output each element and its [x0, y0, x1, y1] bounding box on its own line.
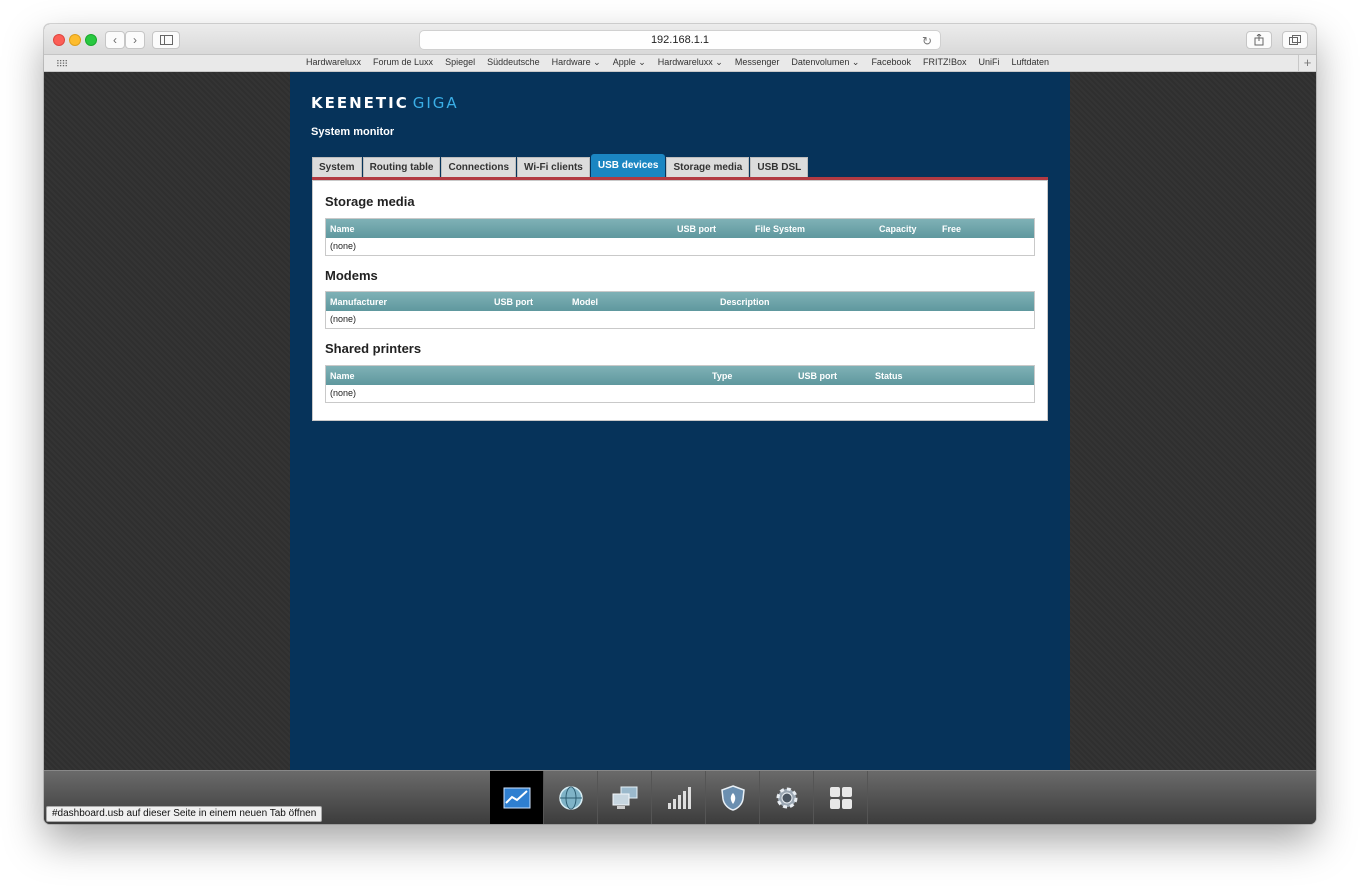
dock-item-system[interactable]	[760, 771, 814, 824]
favorites-bar: ⠿⠿ Hardwareluxx Forum de Luxx Spiegel Südde…	[44, 55, 1316, 72]
monitor-icon	[503, 787, 530, 809]
modems-table-header: Manufacturer USB port Model Description	[326, 292, 1034, 311]
forward-button[interactable]: ›	[125, 31, 145, 49]
column-header: Manufacturer	[330, 297, 388, 307]
globe-icon	[558, 786, 583, 810]
storage-table: Name USB port File System Capacity Free …	[325, 218, 1035, 256]
top-sites-icon[interactable]: ⠿⠿	[56, 59, 68, 70]
favorite-link[interactable]: Messenger	[735, 57, 780, 68]
storage-section-title: Storage media	[325, 194, 415, 209]
dock-item-home-network[interactable]	[598, 771, 652, 824]
favorite-link[interactable]: Hardware ⌄	[552, 57, 601, 68]
column-header: Free	[942, 224, 962, 234]
usb-devices-panel: Storage media Name USB port File System …	[312, 180, 1048, 421]
chevron-left-icon: ‹	[113, 33, 117, 47]
favorite-link[interactable]: Hardwareluxx	[306, 57, 361, 68]
url-text: 192.168.1.1	[650, 34, 710, 46]
favorite-link[interactable]: Facebook	[871, 57, 911, 68]
keenetic-logo: KEENETIC GIGA	[311, 94, 459, 112]
router-main-panel: KEENETIC GIGA System monitor System Routin…	[290, 72, 1070, 770]
printers-table-header: Name Type USB port Status	[326, 366, 1034, 385]
column-header: Name	[330, 371, 355, 381]
column-header: Model	[572, 297, 598, 307]
column-header: Status	[875, 371, 903, 381]
table-row: (none)	[330, 314, 357, 324]
storage-table-header: Name USB port File System Capacity Free	[326, 219, 1034, 238]
favorite-link[interactable]: Forum de Luxx	[373, 57, 433, 68]
network-computers-icon	[612, 786, 637, 809]
printers-section-title: Shared printers	[325, 341, 422, 356]
apps-grid-icon	[829, 787, 852, 809]
dock-item-internet[interactable]	[544, 771, 598, 824]
printers-table: Name Type USB port Status (none)	[325, 365, 1035, 403]
browser-window: ‹ › 192.168.1.1 ↻ ⠿⠿ Hardwareluxx Forum d…	[44, 24, 1316, 824]
favorite-link[interactable]: Süddeutsche	[487, 57, 540, 68]
share-icon	[1254, 34, 1264, 46]
tabs-icon	[1289, 35, 1301, 45]
dock-item-applications[interactable]	[814, 771, 868, 824]
table-row: (none)	[330, 241, 357, 251]
close-window-button[interactable]	[53, 34, 65, 46]
back-button[interactable]: ‹	[105, 31, 125, 49]
column-header: Description	[720, 297, 770, 307]
column-header: Name	[330, 224, 355, 234]
page-title: System monitor	[311, 126, 395, 138]
column-header: USB port	[798, 371, 837, 381]
page-content: KEENETIC GIGA System monitor System Routin…	[44, 72, 1316, 770]
monitor-tabs: System Routing table Connections Wi-Fi clie…	[312, 154, 809, 177]
column-header: USB port	[677, 224, 716, 234]
address-bar[interactable]: 192.168.1.1 ↻	[419, 30, 941, 50]
tab-storage-media[interactable]: Storage media	[666, 157, 750, 177]
wifi-signal-icon	[667, 787, 691, 809]
favorites-list: Hardwareluxx Forum de Luxx Spiegel Süddeuts…	[306, 57, 1049, 68]
zoom-window-button[interactable]	[85, 34, 97, 46]
tab-usb-dsl[interactable]: USB DSL	[750, 157, 809, 177]
favorite-link[interactable]: Hardwareluxx ⌄	[658, 57, 723, 68]
tab-usb-devices[interactable]: USB devices	[590, 154, 666, 177]
tab-system[interactable]: System	[312, 157, 362, 177]
sidebar-button[interactable]	[152, 31, 180, 49]
dock-item-wifi[interactable]	[652, 771, 706, 824]
column-header: Capacity	[879, 224, 917, 234]
status-bar-link-preview: #dashboard.usb auf dieser Seite in einem…	[46, 806, 323, 822]
favorite-link[interactable]: Luftdaten	[1012, 57, 1050, 68]
favorite-link[interactable]: UniFi	[978, 57, 999, 68]
dock-item-security[interactable]	[706, 771, 760, 824]
reload-icon[interactable]: ↻	[922, 32, 932, 50]
favorite-link[interactable]: Spiegel	[445, 57, 475, 68]
favorite-link[interactable]: Apple ⌄	[613, 57, 646, 68]
column-header: USB port	[494, 297, 533, 307]
browser-toolbar: ‹ › 192.168.1.1 ↻	[44, 24, 1316, 55]
column-header: Type	[712, 371, 733, 381]
sidebar-icon	[159, 35, 173, 45]
column-header: File System	[755, 224, 806, 234]
tab-routing-table[interactable]: Routing table	[362, 157, 441, 177]
tabs-overview-button[interactable]	[1282, 31, 1308, 49]
share-button[interactable]	[1246, 31, 1272, 49]
dock-item-monitor[interactable]	[490, 771, 544, 824]
tab-connections[interactable]: Connections	[441, 157, 517, 177]
new-tab-button[interactable]: +	[1298, 55, 1316, 72]
gear-icon	[776, 787, 797, 809]
chevron-right-icon: ›	[133, 33, 137, 47]
favorite-link[interactable]: Datenvolumen ⌄	[791, 57, 859, 68]
shield-icon	[720, 785, 745, 811]
minimize-window-button[interactable]	[69, 34, 81, 46]
favorite-link[interactable]: FRITZ!Box	[923, 57, 967, 68]
modems-section-title: Modems	[325, 268, 378, 283]
table-row: (none)	[330, 388, 357, 398]
modems-table: Manufacturer USB port Model Description …	[325, 291, 1035, 329]
tab-wi-fi-clients[interactable]: Wi-Fi clients	[517, 157, 590, 177]
